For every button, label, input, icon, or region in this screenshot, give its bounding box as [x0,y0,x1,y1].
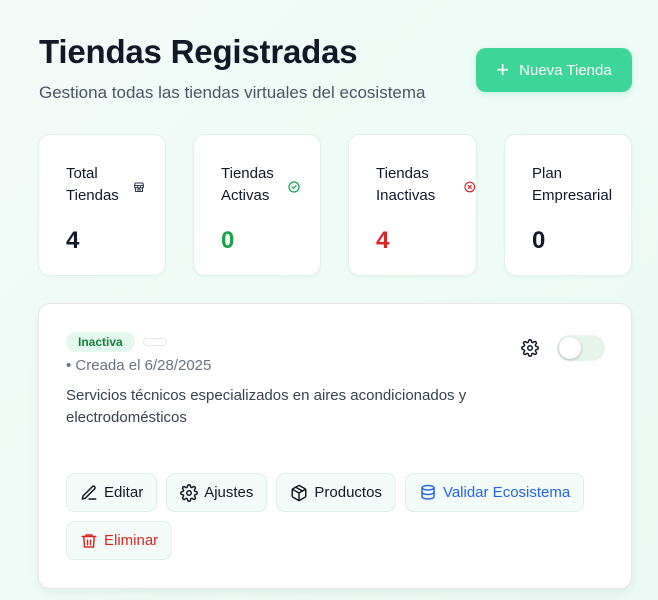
stat-value: 0 [221,227,235,254]
plan-badge [142,338,167,346]
stats-row: Total Tiendas 4 Tiendas Activas 0 Tienda… [38,134,632,276]
page-header: Tiendas Registradas Gestiona todas las t… [39,32,632,104]
delete-button-label: Eliminar [104,532,159,549]
check-circle-icon [288,181,300,193]
gear-icon [180,483,199,502]
created-date: • Creada el 6/28/2025 [66,357,212,374]
stat-label: Total Tiendas [66,165,119,204]
products-button-label: Productos [314,484,382,501]
settings-button[interactable]: Ajustes [166,473,268,512]
stat-label: Tiendas Inactivas [376,165,436,204]
stat-value: 4 [66,227,80,254]
new-store-button-label: Nueva Tienda [519,61,612,79]
store-icon [133,182,145,193]
database-icon [421,484,435,500]
plus-icon: + [496,57,510,82]
box-icon [291,484,307,501]
stat-label: Plan Empresarial [532,165,613,204]
edit-button-label: Editar [104,484,144,501]
gear-icon[interactable] [521,339,539,357]
x-circle-icon [464,181,476,193]
stat-card-inactive: Tiendas Inactivas 4 [348,134,477,276]
new-store-button[interactable]: + Nueva Tienda [476,48,632,92]
trash-icon [81,533,97,548]
toggle-knob [559,337,581,359]
delete-button[interactable]: Eliminar [66,521,173,560]
stat-card-active: Tiendas Activas 0 [193,134,321,276]
active-toggle[interactable] [557,335,605,361]
action-buttons: Editar Ajustes Productos Validar Ecosist… [66,473,606,560]
stat-label: Tiendas Activas [221,165,274,204]
stat-value: 0 [532,227,546,254]
stat-value: 4 [376,227,390,254]
validate-ecosystem-button[interactable]: Validar Ecosistema [404,473,585,512]
badge-row: Inactiva [66,332,167,352]
status-badge: Inactiva [66,332,135,352]
store-description: Servicios técnicos especializados en air… [66,387,467,426]
validate-ecosystem-button-label: Validar Ecosistema [442,484,571,501]
products-button[interactable]: Productos [276,473,396,512]
edit-button[interactable]: Editar [66,473,158,512]
settings-button-label: Ajustes [204,484,254,501]
stat-card-total: Total Tiendas 4 [38,134,166,276]
pencil-icon [81,484,97,500]
stat-card-enterprise: Plan Empresarial 0 [504,134,632,276]
store-card: Inactiva • Creada el 6/28/2025 Servicios… [38,303,632,589]
